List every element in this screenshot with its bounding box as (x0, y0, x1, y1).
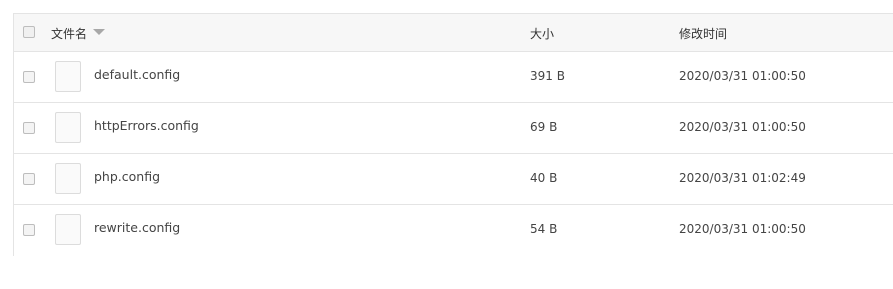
file-size: 391 B (530, 69, 565, 83)
file-list-table: 文件名 大小 修改时间 default.config 391 B 2020/03… (13, 13, 893, 256)
file-size: 69 B (530, 120, 558, 134)
file-size: 40 B (530, 171, 558, 185)
column-header-name[interactable]: 文件名 (51, 25, 87, 42)
row-checkbox[interactable] (23, 71, 35, 83)
file-size: 54 B (530, 222, 558, 236)
row-checkbox[interactable] (23, 122, 35, 134)
row-checkbox[interactable] (23, 173, 35, 185)
file-modified-time: 2020/03/31 01:00:50 (679, 222, 806, 236)
file-icon (55, 112, 81, 143)
file-modified-time: 2020/03/31 01:02:49 (679, 171, 806, 185)
table-header: 文件名 大小 修改时间 (14, 14, 893, 52)
file-icon (55, 163, 81, 194)
table-row[interactable]: php.config 40 B 2020/03/31 01:02:49 (14, 154, 893, 205)
select-all-checkbox[interactable] (23, 26, 35, 38)
file-name[interactable]: httpErrors.config (94, 118, 199, 133)
file-name[interactable]: default.config (94, 67, 180, 82)
table-row[interactable]: httpErrors.config 69 B 2020/03/31 01:00:… (14, 103, 893, 154)
file-name[interactable]: php.config (94, 169, 160, 184)
file-name[interactable]: rewrite.config (94, 220, 180, 235)
file-icon (55, 214, 81, 245)
file-modified-time: 2020/03/31 01:00:50 (679, 69, 806, 83)
sort-desc-icon[interactable] (93, 29, 105, 35)
table-row[interactable]: rewrite.config 54 B 2020/03/31 01:00:50 (14, 205, 893, 256)
column-header-modified[interactable]: 修改时间 (679, 25, 727, 42)
table-row[interactable]: default.config 391 B 2020/03/31 01:00:50 (14, 52, 893, 103)
row-checkbox[interactable] (23, 224, 35, 236)
file-modified-time: 2020/03/31 01:00:50 (679, 120, 806, 134)
file-icon (55, 61, 81, 92)
column-header-size[interactable]: 大小 (530, 25, 554, 42)
